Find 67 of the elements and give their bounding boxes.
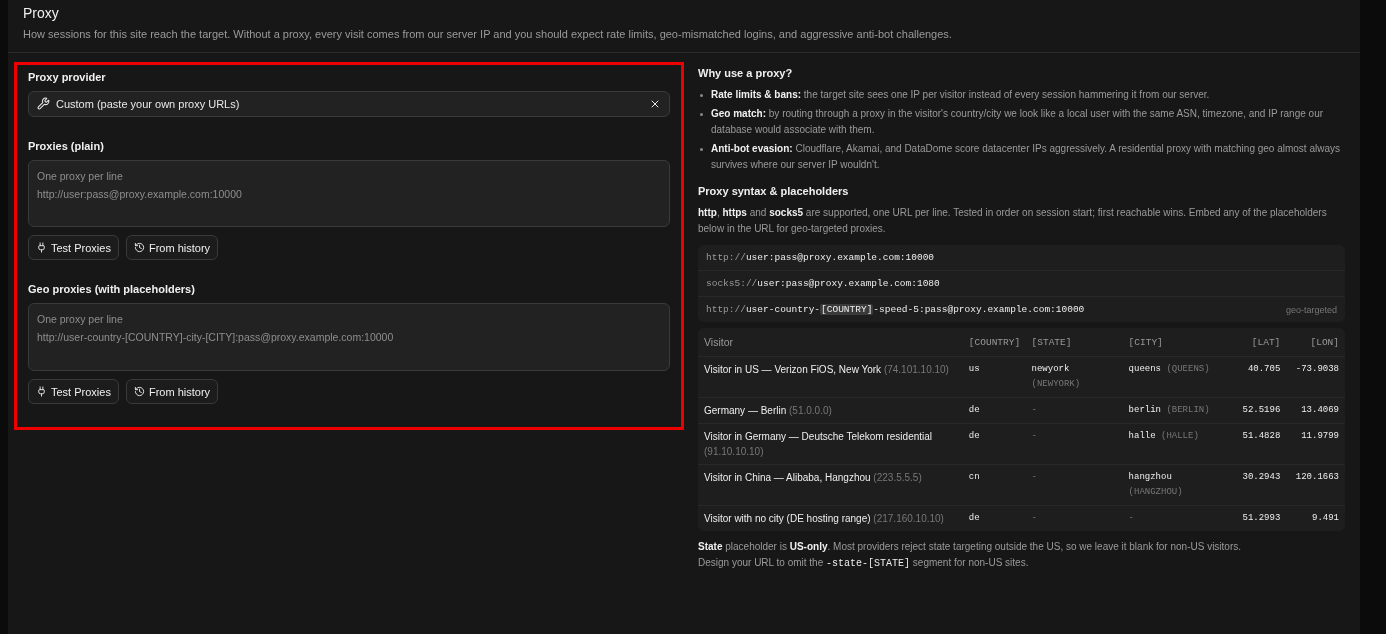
table-cell: 13.4069 xyxy=(1286,397,1345,424)
wrench-icon xyxy=(37,97,50,111)
plug-icon xyxy=(36,386,47,397)
table-cell: - xyxy=(1025,397,1123,424)
table-cell: hangzhou (HANGZHOU) xyxy=(1122,464,1228,506)
field-label: Proxy provider xyxy=(28,71,107,83)
column-header: Visitor xyxy=(698,328,963,357)
bullet-text: Geo match: by routing through a proxy in the visitor's country/city we look like a local user with the same ASN, timezone, and IP range our database would associate with them. xyxy=(711,107,1325,137)
column-header: [LON] xyxy=(1286,328,1345,357)
table-cell: 120.1663 xyxy=(1286,464,1345,506)
table-cell: us xyxy=(962,356,1026,398)
table-cell: Visitor in Germany — Deutsche Telekom residential (91.10.10.10) xyxy=(698,423,963,465)
table-cell: 9.491 xyxy=(1286,505,1345,531)
table-cell: - xyxy=(1025,423,1123,465)
field-label: Geo proxies (with placeholders) xyxy=(28,283,196,296)
table-cell: 11.9799 xyxy=(1286,423,1345,465)
test-proxies-button[interactable]: Test Proxies xyxy=(28,235,119,261)
table-cell: - xyxy=(1025,464,1123,506)
provider-select[interactable]: Custom (paste your own proxy URLs) xyxy=(28,91,670,117)
table-cell: - xyxy=(1122,505,1228,531)
proxy-url-example: http://user:pass@proxy.example.com:10000 xyxy=(706,252,935,263)
table-cell: 30.2943 xyxy=(1227,464,1287,506)
table-cell: de xyxy=(962,423,1026,465)
table-cell: Visitor in US — Verizon FiOS, New York (74.101.10.10) xyxy=(698,356,963,398)
help-heading: Why use a proxy? xyxy=(698,67,794,79)
table-cell: - xyxy=(1025,505,1123,531)
table-cell: -73.9038 xyxy=(1286,356,1345,398)
table-cell: 40.705 xyxy=(1227,356,1287,398)
syntax-paragraph: http, https and socks5 are supported, one URL per line. Tested in order on session start; first reachable wins. Embed any of the placeholders below in the URL for geo-targeted proxies. xyxy=(698,206,1328,236)
geo-targeted-tag: geo-targeted xyxy=(1285,304,1337,315)
table-cell: Germany — Berlin (51.0.0.0) xyxy=(698,397,963,424)
bullet-text: Anti-bot evasion: Cloudflare, Akamai, and DataDome score datacenter IPs aggressively. A residential proxy with matching geo almost always survives where our server IP wouldn't. xyxy=(711,142,1341,172)
column-header: [STATE] xyxy=(1025,328,1123,357)
section-title: Proxy xyxy=(23,5,60,21)
history-icon xyxy=(133,386,145,397)
table-cell: de xyxy=(962,397,1026,424)
column-header: [LAT] xyxy=(1227,328,1287,357)
proxy-textarea[interactable]: One proxy per line http://user-country-[COUNTRY]-city-[CITY]:pass@proxy.example.com:10000 xyxy=(28,303,670,371)
proxy-url-example: http://user-country-[COUNTRY]-speed-5:pass@proxy.example.com:10000 xyxy=(706,304,1085,315)
table-cell: cn xyxy=(962,464,1026,506)
state-note: State placeholder is US-only. Most providers reject state targeting outside the US, so we leave it blank for non-US visitors. Design your URL to omit the -state-[STATE] segment for non-US sites. xyxy=(698,540,1243,571)
plug-icon xyxy=(36,242,47,254)
table-cell: newyork (NEWYORK) xyxy=(1025,356,1123,398)
section-description: How sessions for this site reach the target. Without a proxy, every visit comes from our server IP and you should expect rate limits, geo-mismatched logins, and aggressive anti-bot challenges. xyxy=(23,28,953,40)
table-cell: 51.2993 xyxy=(1227,505,1287,531)
table-cell: queens (QUEENS) xyxy=(1122,356,1228,398)
table-cell: berlin (BERLIN) xyxy=(1122,397,1228,424)
test-proxies-button[interactable]: Test Proxies xyxy=(28,379,119,404)
bullet-icon xyxy=(700,113,703,116)
table-cell: 52.5196 xyxy=(1227,397,1287,424)
field-label: Proxies (plain) xyxy=(28,139,105,152)
bullet-icon xyxy=(700,94,703,97)
table-cell: halle (HALLE) xyxy=(1122,423,1228,465)
column-header: [COUNTRY] xyxy=(962,328,1026,357)
column-header: [CITY] xyxy=(1122,328,1228,357)
table-cell: Visitor with no city (DE hosting range) (217.160.10.10) xyxy=(698,505,963,531)
table-cell: de xyxy=(962,505,1026,531)
bullet-icon xyxy=(700,148,703,151)
table-cell: 51.4828 xyxy=(1227,423,1287,465)
history-button[interactable]: From history xyxy=(125,379,219,404)
history-icon xyxy=(133,242,145,254)
history-button[interactable]: From history xyxy=(125,235,219,261)
proxy-textarea[interactable]: One proxy per line http://user:pass@proxy.example.com:10000 xyxy=(28,159,670,228)
help-heading: Proxy syntax & placeholders xyxy=(698,185,850,197)
proxy-url-example: socks5://user:pass@proxy.example.com:1080 xyxy=(706,278,940,289)
bullet-text: Rate limits & bans: the target site sees one IP per visitor instead of every session hammering it from our server. xyxy=(711,88,1210,102)
table-cell: Visitor in China — Alibaba, Hangzhou (223.5.5.5) xyxy=(698,464,963,506)
